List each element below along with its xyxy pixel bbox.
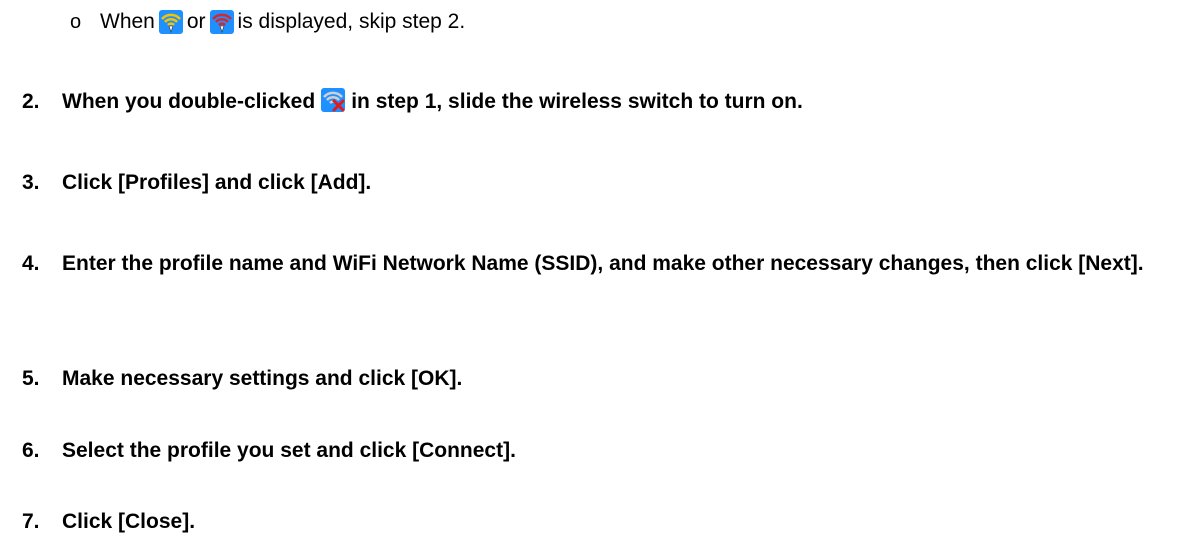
wifi-signal-red-icon (209, 10, 234, 34)
step-number: 4. (22, 252, 40, 275)
bullet-text-part2: or (186, 10, 206, 33)
step-text: Click [Close]. (62, 510, 196, 533)
wifi-disabled-icon (321, 88, 346, 113)
step-text: Enter the profile name and WiFi Network … (62, 252, 1144, 275)
step-number: 3. (22, 171, 40, 194)
bullet-text-part3: is displayed, skip step 2. (237, 10, 466, 33)
step-number: 6. (22, 439, 40, 462)
step-text: When you double-clicked in step 1, slide… (62, 85, 1199, 119)
step-text: Select the profile you set and click [Co… (62, 439, 516, 462)
step-number: 5. (22, 367, 40, 390)
bullet-text-part1: When (100, 10, 155, 33)
bullet-marker: o (70, 11, 82, 33)
step-number: 2. (22, 90, 40, 113)
sub-bullet: o When or is displayed, skip step 2. (70, 8, 465, 36)
step-text-before: When you double-clicked (62, 90, 316, 113)
step-7: 7. Click [Close]. (22, 505, 1199, 539)
step-4: 4. Enter the profile name and WiFi Netwo… (22, 247, 1199, 281)
step-5: 5. Make necessary settings and click [OK… (22, 362, 1199, 396)
step-text: Click [Profiles] and click [Add]. (62, 171, 372, 194)
step-text: Make necessary settings and click [OK]. (62, 367, 463, 390)
step-2: 2. When you double-clicked in step 1, sl… (22, 85, 1199, 119)
step-number: 7. (22, 510, 40, 533)
step-3: 3. Click [Profiles] and click [Add]. (22, 166, 1199, 200)
step-6: 6. Select the profile you set and click … (22, 434, 1199, 468)
step-text-after: in step 1, slide the wireless switch to … (351, 90, 803, 113)
wifi-signal-yellow-icon (158, 10, 183, 34)
